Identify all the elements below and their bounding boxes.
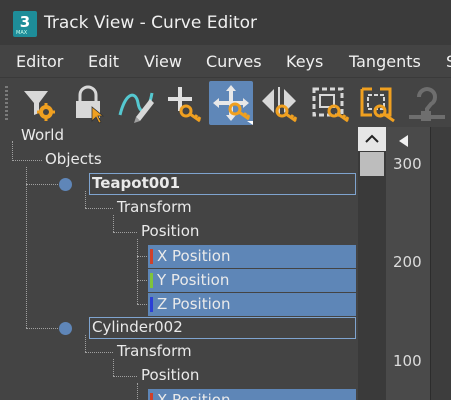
value-ruler: 300 200 100 [386,127,430,400]
menu-keys[interactable]: Keys [286,52,323,71]
tree-item-teapot[interactable]: Teapot001 [89,173,356,195]
toolbar-grip[interactable] [5,86,8,120]
app-icon-sub: MAX [16,30,28,36]
tree-connector [113,376,137,377]
tree-connector [12,141,13,161]
tree-item-cylinder[interactable]: Cylinder002 [89,317,356,339]
tree-item-y-position[interactable]: Y Position [148,269,356,292]
y-axis-swatch [150,273,153,288]
collapse-arrow-icon[interactable] [399,135,408,147]
x-position-label-2: X Position [157,391,231,400]
menu-view[interactable]: View [144,52,182,71]
tree-connector [12,160,42,161]
tree-scrollbar[interactable] [358,127,386,400]
x-position-label: X Position [157,247,231,265]
menu-edit[interactable]: Edit [88,52,119,71]
title-bar: 3 MAX Track View - Curve Editor [0,0,451,45]
tree-item-world[interactable]: World [21,127,64,146]
menu-overflow[interactable]: S [446,52,451,71]
window-title: Track View - Curve Editor [44,13,258,33]
ease-curve-button[interactable] [405,81,449,125]
tree-item-x-position[interactable]: X Position [148,245,356,268]
scale-keys-button[interactable] [308,81,352,125]
object-node-icon [59,322,72,335]
menu-tangents[interactable]: Tangents [349,52,421,71]
menu-editor[interactable]: Editor [16,52,63,71]
tree-connector [137,383,138,400]
scroll-thumb[interactable] [360,152,384,176]
tree-connector [26,184,58,185]
tree-item-z-position[interactable]: Z Position [148,293,356,316]
ruler-divider [430,127,431,400]
tree-connector [113,215,114,232]
move-keys-icon [213,85,253,125]
scale-keys-icon [312,87,350,123]
menu-curves[interactable]: Curves [206,52,262,71]
tree-item-x-position-2[interactable]: X Position [148,389,356,400]
filter-gear-button[interactable] [16,81,60,125]
scroll-up-button[interactable] [358,127,386,151]
menu-bar: Editor Edit View Curves Keys Tangents S [0,45,451,77]
tree-item-objects[interactable]: Objects [45,148,102,170]
scale-values-button[interactable] [354,81,398,125]
value-tick-label: 100 [393,352,422,370]
chevron-up-icon [365,134,379,143]
ease-curve-icon [409,87,445,121]
slide-keys-icon [262,87,298,123]
tree-connector [113,232,137,233]
lock-selection-button[interactable] [66,81,110,125]
tree-connector [85,208,113,209]
tree-connector [85,191,86,208]
app-icon-number: 3 [19,13,31,31]
draw-curves-icon [118,92,154,123]
move-keys-button[interactable] [209,81,253,125]
toolbar [0,77,451,128]
z-axis-swatch [150,297,153,312]
add-keys-icon [168,87,202,123]
object-node-icon [59,178,72,191]
filter-gear-icon [24,91,55,121]
controller-tree[interactable]: World Objects Teapot001 Transform Positi… [0,127,358,400]
z-position-label: Z Position [157,295,231,313]
draw-curves-button[interactable] [114,81,158,125]
value-tick-label: 200 [393,253,422,271]
tree-connector [26,167,27,328]
tree-connector [26,328,58,329]
tree-connector [113,359,114,376]
tree-connector [85,352,113,353]
teapot-label: Teapot001 [92,174,181,192]
curve-graph[interactable]: 300 200 100 [386,127,451,400]
tree-item-transform-2[interactable]: Transform [117,340,192,362]
value-tick-label: 300 [393,155,422,173]
x-axis-swatch [150,393,153,400]
tree-item-position-2[interactable]: Position [141,364,199,386]
x-axis-swatch [150,249,153,264]
slide-keys-button[interactable] [258,81,302,125]
y-position-label: Y Position [157,271,230,289]
tree-connector [85,335,86,352]
lock-selection-icon [76,85,105,124]
app-icon: 3 MAX [13,11,37,37]
tree-item-position[interactable]: Position [141,220,199,242]
tree-connector [137,239,138,304]
add-keys-button[interactable] [162,81,206,125]
scale-values-icon [360,87,395,123]
cylinder-label: Cylinder002 [92,318,183,336]
tree-item-transform[interactable]: Transform [117,196,192,218]
